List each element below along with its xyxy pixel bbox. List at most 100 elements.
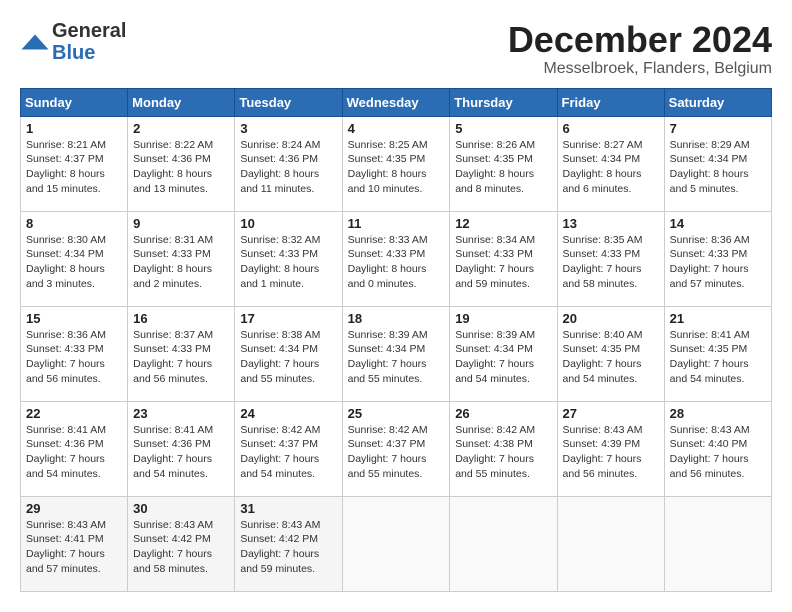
day-number: 2 — [133, 121, 229, 136]
logo-icon — [20, 33, 50, 51]
calendar-week-row: 29 Sunrise: 8:43 AMSunset: 4:41 PMDayligh… — [21, 496, 772, 591]
calendar-day-cell: 27 Sunrise: 8:43 AMSunset: 4:39 PMDayligh… — [557, 401, 664, 496]
day-number: 20 — [563, 311, 659, 326]
calendar-day-cell: 2 Sunrise: 8:22 AMSunset: 4:36 PMDaylight… — [128, 116, 235, 211]
calendar-day-cell: 20 Sunrise: 8:40 AMSunset: 4:35 PMDayligh… — [557, 306, 664, 401]
month-year-title: December 2024 — [508, 20, 772, 60]
day-number: 23 — [133, 406, 229, 421]
day-number: 18 — [348, 311, 445, 326]
day-number: 17 — [240, 311, 336, 326]
day-detail: Sunrise: 8:37 AMSunset: 4:33 PMDaylight:… — [133, 328, 229, 387]
day-number: 10 — [240, 216, 336, 231]
day-detail: Sunrise: 8:42 AMSunset: 4:37 PMDaylight:… — [240, 423, 336, 482]
day-number: 12 — [455, 216, 551, 231]
day-detail: Sunrise: 8:27 AMSunset: 4:34 PMDaylight:… — [563, 138, 659, 197]
day-detail: Sunrise: 8:39 AMSunset: 4:34 PMDaylight:… — [348, 328, 445, 387]
calendar-day-cell: 8 Sunrise: 8:30 AMSunset: 4:34 PMDaylight… — [21, 211, 128, 306]
day-number: 15 — [26, 311, 122, 326]
day-detail: Sunrise: 8:40 AMSunset: 4:35 PMDaylight:… — [563, 328, 659, 387]
logo-general: General — [52, 20, 126, 42]
day-number: 16 — [133, 311, 229, 326]
day-number: 25 — [348, 406, 445, 421]
day-number: 11 — [348, 216, 445, 231]
day-of-week-header: Thursday — [450, 88, 557, 116]
calendar-day-cell: 9 Sunrise: 8:31 AMSunset: 4:33 PMDaylight… — [128, 211, 235, 306]
day-detail: Sunrise: 8:34 AMSunset: 4:33 PMDaylight:… — [455, 233, 551, 292]
day-of-week-header: Sunday — [21, 88, 128, 116]
location-subtitle: Messelbroek, Flanders, Belgium — [508, 60, 772, 78]
calendar-day-cell: 10 Sunrise: 8:32 AMSunset: 4:33 PMDayligh… — [235, 211, 342, 306]
calendar-day-cell: 17 Sunrise: 8:38 AMSunset: 4:34 PMDayligh… — [235, 306, 342, 401]
page-header: General Blue December 2024 Messelbroek, … — [20, 20, 772, 78]
day-number: 31 — [240, 501, 336, 516]
day-detail: Sunrise: 8:43 AMSunset: 4:40 PMDaylight:… — [670, 423, 766, 482]
day-number: 8 — [26, 216, 122, 231]
day-number: 1 — [26, 121, 122, 136]
calendar-day-cell: 21Sunrise: 8:41 AMSunset: 4:35 PMDayligh… — [664, 306, 771, 401]
calendar-day-cell: 13 Sunrise: 8:35 AMSunset: 4:33 PMDayligh… — [557, 211, 664, 306]
day-detail: Sunrise: 8:43 AMSunset: 4:42 PMDaylight:… — [133, 518, 229, 577]
day-detail: Sunrise: 8:33 AMSunset: 4:33 PMDaylight:… — [348, 233, 445, 292]
calendar-day-cell: 31 Sunrise: 8:43 AMSunset: 4:42 PMDayligh… — [235, 496, 342, 591]
calendar-day-cell: 11 Sunrise: 8:33 AMSunset: 4:33 PMDayligh… — [342, 211, 450, 306]
day-of-week-header: Wednesday — [342, 88, 450, 116]
calendar-header-row: SundayMondayTuesdayWednesdayThursdayFrid… — [21, 88, 772, 116]
calendar-day-cell: 16 Sunrise: 8:37 AMSunset: 4:33 PMDayligh… — [128, 306, 235, 401]
calendar-day-cell: 4Sunrise: 8:25 AMSunset: 4:35 PMDaylight… — [342, 116, 450, 211]
day-detail: Sunrise: 8:30 AMSunset: 4:34 PMDaylight:… — [26, 233, 122, 292]
day-number: 26 — [455, 406, 551, 421]
calendar-day-cell: 19Sunrise: 8:39 AMSunset: 4:34 PMDayligh… — [450, 306, 557, 401]
day-number: 13 — [563, 216, 659, 231]
day-number: 29 — [26, 501, 122, 516]
calendar-week-row: 22 Sunrise: 8:41 AMSunset: 4:36 PMDayligh… — [21, 401, 772, 496]
calendar-week-row: 8 Sunrise: 8:30 AMSunset: 4:34 PMDaylight… — [21, 211, 772, 306]
calendar-day-cell: 25Sunrise: 8:42 AMSunset: 4:37 PMDayligh… — [342, 401, 450, 496]
day-number: 30 — [133, 501, 229, 516]
day-number: 14 — [670, 216, 766, 231]
day-detail: Sunrise: 8:29 AMSunset: 4:34 PMDaylight:… — [670, 138, 766, 197]
calendar-day-cell: 6 Sunrise: 8:27 AMSunset: 4:34 PMDaylight… — [557, 116, 664, 211]
calendar-day-cell: 29 Sunrise: 8:43 AMSunset: 4:41 PMDayligh… — [21, 496, 128, 591]
calendar-day-cell — [664, 496, 771, 591]
day-of-week-header: Saturday — [664, 88, 771, 116]
day-detail: Sunrise: 8:26 AMSunset: 4:35 PMDaylight:… — [455, 138, 551, 197]
calendar-week-row: 1 Sunrise: 8:21 AMSunset: 4:37 PMDaylight… — [21, 116, 772, 211]
day-detail: Sunrise: 8:43 AMSunset: 4:39 PMDaylight:… — [563, 423, 659, 482]
calendar-day-cell: 5Sunrise: 8:26 AMSunset: 4:35 PMDaylight… — [450, 116, 557, 211]
calendar-day-cell — [342, 496, 450, 591]
day-detail: Sunrise: 8:36 AMSunset: 4:33 PMDaylight:… — [26, 328, 122, 387]
day-detail: Sunrise: 8:43 AMSunset: 4:41 PMDaylight:… — [26, 518, 122, 577]
calendar-day-cell: 26 Sunrise: 8:42 AMSunset: 4:38 PMDayligh… — [450, 401, 557, 496]
calendar-day-cell: 23 Sunrise: 8:41 AMSunset: 4:36 PMDayligh… — [128, 401, 235, 496]
day-detail: Sunrise: 8:21 AMSunset: 4:37 PMDaylight:… — [26, 138, 122, 197]
day-detail: Sunrise: 8:42 AMSunset: 4:38 PMDaylight:… — [455, 423, 551, 482]
title-block: December 2024 Messelbroek, Flanders, Bel… — [508, 20, 772, 78]
calendar-day-cell: 3Sunrise: 8:24 AMSunset: 4:36 PMDaylight… — [235, 116, 342, 211]
day-number: 9 — [133, 216, 229, 231]
day-detail: Sunrise: 8:43 AMSunset: 4:42 PMDaylight:… — [240, 518, 336, 577]
day-number: 6 — [563, 121, 659, 136]
day-detail: Sunrise: 8:41 AMSunset: 4:36 PMDaylight:… — [133, 423, 229, 482]
day-number: 24 — [240, 406, 336, 421]
day-of-week-header: Friday — [557, 88, 664, 116]
calendar-day-cell: 24 Sunrise: 8:42 AMSunset: 4:37 PMDayligh… — [235, 401, 342, 496]
day-detail: Sunrise: 8:31 AMSunset: 4:33 PMDaylight:… — [133, 233, 229, 292]
day-detail: Sunrise: 8:38 AMSunset: 4:34 PMDaylight:… — [240, 328, 336, 387]
day-number: 28 — [670, 406, 766, 421]
logo-blue: Blue — [52, 42, 95, 64]
calendar-day-cell: 7Sunrise: 8:29 AMSunset: 4:34 PMDaylight… — [664, 116, 771, 211]
calendar-day-cell — [557, 496, 664, 591]
day-detail: Sunrise: 8:39 AMSunset: 4:34 PMDaylight:… — [455, 328, 551, 387]
day-of-week-header: Tuesday — [235, 88, 342, 116]
day-detail: Sunrise: 8:35 AMSunset: 4:33 PMDaylight:… — [563, 233, 659, 292]
calendar-day-cell: 14Sunrise: 8:36 AMSunset: 4:33 PMDayligh… — [664, 211, 771, 306]
day-detail: Sunrise: 8:22 AMSunset: 4:36 PMDaylight:… — [133, 138, 229, 197]
day-number: 4 — [348, 121, 445, 136]
calendar-day-cell: 12 Sunrise: 8:34 AMSunset: 4:33 PMDayligh… — [450, 211, 557, 306]
calendar-day-cell: 28 Sunrise: 8:43 AMSunset: 4:40 PMDayligh… — [664, 401, 771, 496]
day-detail: Sunrise: 8:41 AMSunset: 4:36 PMDaylight:… — [26, 423, 122, 482]
day-number: 22 — [26, 406, 122, 421]
day-detail: Sunrise: 8:32 AMSunset: 4:33 PMDaylight:… — [240, 233, 336, 292]
logo: General Blue — [20, 20, 126, 64]
day-number: 27 — [563, 406, 659, 421]
